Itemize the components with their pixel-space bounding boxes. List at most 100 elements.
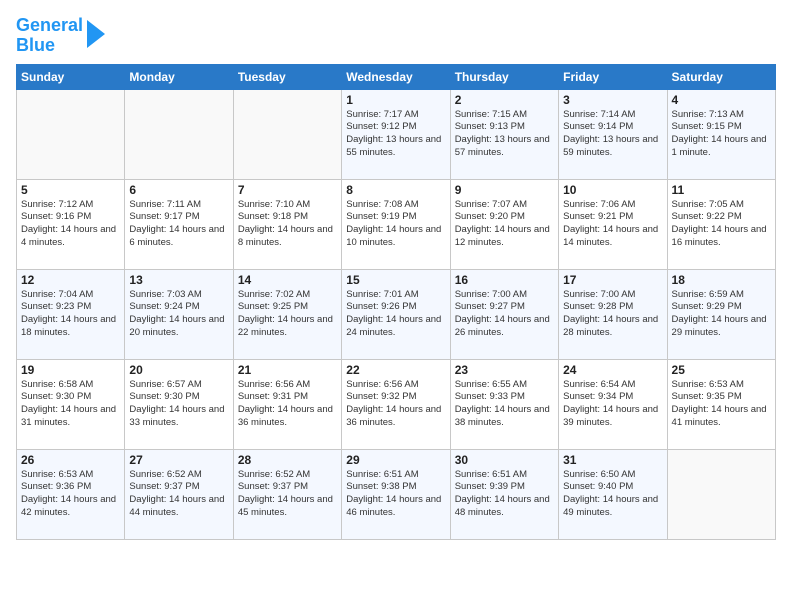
calendar-table: SundayMondayTuesdayWednesdayThursdayFrid… [16, 64, 776, 540]
calendar-cell: 4Sunrise: 7:13 AM Sunset: 9:15 PM Daylig… [667, 89, 775, 179]
day-number: 22 [346, 363, 445, 377]
calendar-week-row: 12 Sunrise: 7:04 AM Sunset: 9:23 PM Dayli… [17, 269, 776, 359]
calendar-cell [667, 449, 775, 539]
day-number: 25 [672, 363, 771, 377]
cell-content: Sunrise: 7:04 AM Sunset: 9:23 PM Dayligh… [21, 289, 120, 340]
calendar-cell: 12 Sunrise: 7:04 AM Sunset: 9:23 PM Dayli… [17, 269, 125, 359]
day-number: 28 [238, 453, 337, 467]
cell-content: Sunrise: 7:17 AM Sunset: 9:12 PM Dayligh… [346, 109, 445, 160]
day-number: 27 [129, 453, 228, 467]
calendar-cell: 7 Sunrise: 7:10 AM Sunset: 9:18 PM Daylig… [233, 179, 341, 269]
day-number: 29 [346, 453, 445, 467]
day-number: 23 [455, 363, 554, 377]
logo-text: General Blue [16, 16, 83, 56]
day-number: 16 [455, 273, 554, 287]
cell-content: Sunrise: 6:51 AM Sunset: 9:38 PM Dayligh… [346, 469, 445, 520]
calendar-week-row: 1 Sunrise: 7:17 AM Sunset: 9:12 PM Daylig… [17, 89, 776, 179]
calendar-cell: 31 Sunrise: 6:50 AM Sunset: 9:40 PM Dayli… [559, 449, 667, 539]
cell-content: Sunrise: 7:02 AM Sunset: 9:25 PM Dayligh… [238, 289, 337, 340]
day-number: 30 [455, 453, 554, 467]
calendar-cell: 13Sunrise: 7:03 AM Sunset: 9:24 PM Dayli… [125, 269, 233, 359]
calendar-cell: 8 Sunrise: 7:08 AM Sunset: 9:19 PM Daylig… [342, 179, 450, 269]
calendar-cell: 2 Sunrise: 7:15 AM Sunset: 9:13 PM Daylig… [450, 89, 558, 179]
calendar-cell: 16Sunrise: 7:00 AM Sunset: 9:27 PM Dayli… [450, 269, 558, 359]
cell-content: Sunrise: 7:07 AM Sunset: 9:20 PM Dayligh… [455, 199, 554, 250]
calendar-cell [233, 89, 341, 179]
day-number: 21 [238, 363, 337, 377]
cell-content: Sunrise: 6:51 AM Sunset: 9:39 PM Dayligh… [455, 469, 554, 520]
day-number: 7 [238, 183, 337, 197]
column-header-saturday: Saturday [667, 64, 775, 89]
day-number: 5 [21, 183, 120, 197]
day-number: 14 [238, 273, 337, 287]
calendar-cell: 27 Sunrise: 6:52 AM Sunset: 9:37 PM Dayli… [125, 449, 233, 539]
cell-content: Sunrise: 7:15 AM Sunset: 9:13 PM Dayligh… [455, 109, 554, 160]
cell-content: Sunrise: 6:53 AM Sunset: 9:35 PM Dayligh… [672, 379, 771, 430]
calendar-week-row: 26 Sunrise: 6:53 AM Sunset: 9:36 PM Dayli… [17, 449, 776, 539]
cell-content: Sunrise: 7:14 AM Sunset: 9:14 PM Dayligh… [563, 109, 662, 160]
cell-content: Sunrise: 7:10 AM Sunset: 9:18 PM Dayligh… [238, 199, 337, 250]
day-number: 1 [346, 93, 445, 107]
cell-content: Sunrise: 7:08 AM Sunset: 9:19 PM Dayligh… [346, 199, 445, 250]
cell-content: Sunrise: 7:05 AM Sunset: 9:22 PM Dayligh… [672, 199, 771, 250]
cell-content: Sunrise: 6:52 AM Sunset: 9:37 PM Dayligh… [238, 469, 337, 520]
column-header-monday: Monday [125, 64, 233, 89]
cell-content: Sunrise: 7:06 AM Sunset: 9:21 PM Dayligh… [563, 199, 662, 250]
calendar-cell: 11 Sunrise: 7:05 AM Sunset: 9:22 PM Dayli… [667, 179, 775, 269]
calendar-cell: 15Sunrise: 7:01 AM Sunset: 9:26 PM Dayli… [342, 269, 450, 359]
cell-content: Sunrise: 6:50 AM Sunset: 9:40 PM Dayligh… [563, 469, 662, 520]
calendar-header-row: SundayMondayTuesdayWednesdayThursdayFrid… [17, 64, 776, 89]
calendar-cell: 24 Sunrise: 6:54 AM Sunset: 9:34 PM Dayli… [559, 359, 667, 449]
day-number: 19 [21, 363, 120, 377]
day-number: 15 [346, 273, 445, 287]
calendar-cell: 3 Sunrise: 7:14 AM Sunset: 9:14 PM Daylig… [559, 89, 667, 179]
day-number: 6 [129, 183, 228, 197]
cell-content: Sunrise: 6:59 AM Sunset: 9:29 PM Dayligh… [672, 289, 771, 340]
cell-content: Sunrise: 6:55 AM Sunset: 9:33 PM Dayligh… [455, 379, 554, 430]
calendar-cell: 1 Sunrise: 7:17 AM Sunset: 9:12 PM Daylig… [342, 89, 450, 179]
calendar-cell: 18 Sunrise: 6:59 AM Sunset: 9:29 PM Dayli… [667, 269, 775, 359]
calendar-cell [17, 89, 125, 179]
calendar-cell: 14 Sunrise: 7:02 AM Sunset: 9:25 PM Dayli… [233, 269, 341, 359]
calendar-cell [125, 89, 233, 179]
calendar-cell: 6 Sunrise: 7:11 AM Sunset: 9:17 PM Daylig… [125, 179, 233, 269]
calendar-cell: 26 Sunrise: 6:53 AM Sunset: 9:36 PM Dayli… [17, 449, 125, 539]
cell-content: Sunrise: 6:52 AM Sunset: 9:37 PM Dayligh… [129, 469, 228, 520]
logo-blue: Blue [16, 35, 55, 55]
cell-content: Sunrise: 6:57 AM Sunset: 9:30 PM Dayligh… [129, 379, 228, 430]
cell-content: Sunrise: 7:03 AM Sunset: 9:24 PM Dayligh… [129, 289, 228, 340]
calendar-week-row: 19Sunrise: 6:58 AM Sunset: 9:30 PM Dayli… [17, 359, 776, 449]
day-number: 10 [563, 183, 662, 197]
calendar-cell: 17Sunrise: 7:00 AM Sunset: 9:28 PM Dayli… [559, 269, 667, 359]
logo: General Blue [16, 16, 105, 56]
logo-general: General [16, 15, 83, 35]
day-number: 12 [21, 273, 120, 287]
day-number: 3 [563, 93, 662, 107]
calendar-cell: 21 Sunrise: 6:56 AM Sunset: 9:31 PM Dayli… [233, 359, 341, 449]
calendar-week-row: 5Sunrise: 7:12 AM Sunset: 9:16 PM Daylig… [17, 179, 776, 269]
cell-content: Sunrise: 6:54 AM Sunset: 9:34 PM Dayligh… [563, 379, 662, 430]
column-header-sunday: Sunday [17, 64, 125, 89]
cell-content: Sunrise: 6:56 AM Sunset: 9:32 PM Dayligh… [346, 379, 445, 430]
cell-content: Sunrise: 7:13 AM Sunset: 9:15 PM Dayligh… [672, 109, 771, 160]
column-header-wednesday: Wednesday [342, 64, 450, 89]
day-number: 8 [346, 183, 445, 197]
day-number: 31 [563, 453, 662, 467]
day-number: 18 [672, 273, 771, 287]
day-number: 26 [21, 453, 120, 467]
calendar-cell: 10 Sunrise: 7:06 AM Sunset: 9:21 PM Dayli… [559, 179, 667, 269]
column-header-tuesday: Tuesday [233, 64, 341, 89]
column-header-thursday: Thursday [450, 64, 558, 89]
cell-content: Sunrise: 7:11 AM Sunset: 9:17 PM Dayligh… [129, 199, 228, 250]
page-header: General Blue [16, 16, 776, 56]
day-number: 11 [672, 183, 771, 197]
day-number: 17 [563, 273, 662, 287]
cell-content: Sunrise: 6:56 AM Sunset: 9:31 PM Dayligh… [238, 379, 337, 430]
day-number: 2 [455, 93, 554, 107]
calendar-cell: 5Sunrise: 7:12 AM Sunset: 9:16 PM Daylig… [17, 179, 125, 269]
day-number: 20 [129, 363, 228, 377]
calendar-cell: 20 Sunrise: 6:57 AM Sunset: 9:30 PM Dayli… [125, 359, 233, 449]
cell-content: Sunrise: 6:53 AM Sunset: 9:36 PM Dayligh… [21, 469, 120, 520]
day-number: 24 [563, 363, 662, 377]
calendar-cell: 23 Sunrise: 6:55 AM Sunset: 9:33 PM Dayli… [450, 359, 558, 449]
